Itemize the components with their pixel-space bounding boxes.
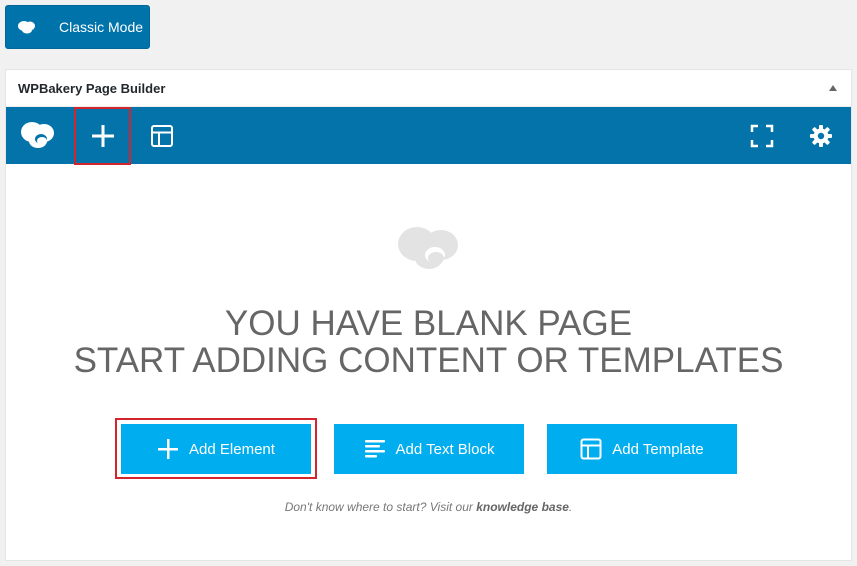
plus-icon xyxy=(91,125,114,147)
blank-page-content: YOU HAVE BLANK PAGE START ADDING CONTENT… xyxy=(6,164,851,560)
knowledge-base-link[interactable]: knowledge base xyxy=(476,500,569,514)
blank-page-headline: YOU HAVE BLANK PAGE START ADDING CONTENT… xyxy=(6,305,851,379)
hint-suffix: . xyxy=(568,500,573,514)
hint-prefix: Don't know where to start? Visit our xyxy=(284,500,473,514)
gear-icon[interactable] xyxy=(809,124,833,148)
add-template-label: Add Template xyxy=(612,440,704,458)
headline-line-1: YOU HAVE BLANK PAGE xyxy=(224,304,633,343)
wpbakery-cloud-logo-icon[interactable] xyxy=(19,120,57,150)
fullscreen-icon[interactable] xyxy=(750,124,774,148)
add-element-button[interactable]: Add Element xyxy=(121,424,311,474)
layout-template-icon xyxy=(580,438,602,460)
triangle-up-icon[interactable] xyxy=(829,85,837,91)
add-text-block-label: Add Text Block xyxy=(395,440,495,458)
builder-navbar xyxy=(6,107,851,165)
panel-title: WPBakery Page Builder xyxy=(18,80,166,96)
cloud-icon xyxy=(17,20,37,34)
add-element-nav-button[interactable] xyxy=(74,107,131,165)
add-text-block-button[interactable]: Add Text Block xyxy=(334,424,524,474)
panel-header: WPBakery Page Builder xyxy=(6,70,851,107)
help-hint: Don't know where to start? Visit our kno… xyxy=(6,500,851,514)
plus-icon xyxy=(157,438,179,460)
layout-template-icon[interactable] xyxy=(150,124,174,148)
page-builder-panel: WPBakery Page Builder YOU HAVE BLANK PAG… xyxy=(5,69,852,561)
headline-line-2: START ADDING CONTENT OR TEMPLATES xyxy=(73,341,784,380)
add-template-button[interactable]: Add Template xyxy=(547,424,737,474)
cloud-logo-icon xyxy=(395,222,463,272)
text-lines-icon xyxy=(364,438,386,460)
classic-mode-button[interactable]: Classic Mode xyxy=(5,5,150,49)
add-element-label: Add Element xyxy=(189,440,275,458)
classic-mode-label: Classic Mode xyxy=(59,19,144,35)
